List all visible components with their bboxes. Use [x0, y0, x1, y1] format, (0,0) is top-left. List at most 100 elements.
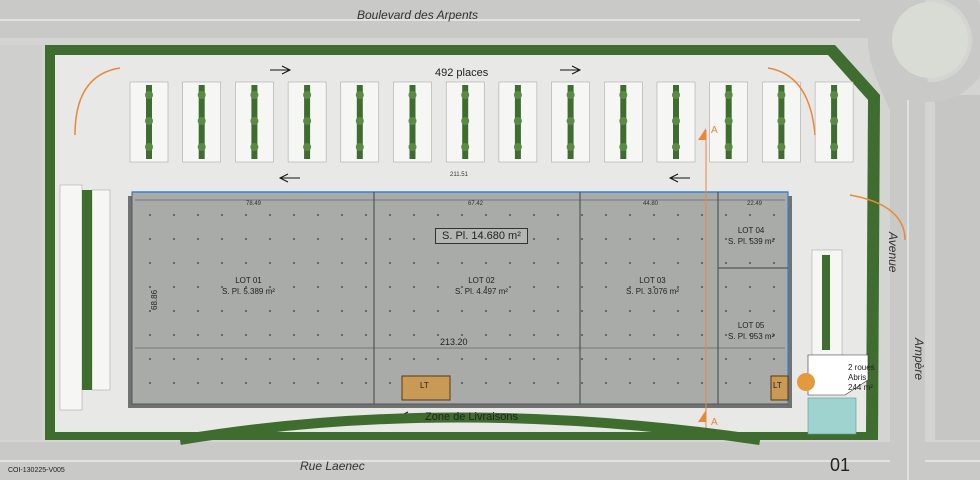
lot-04-name: LOT 04 [737, 226, 765, 235]
parking-island [656, 81, 696, 163]
structural-column [533, 310, 535, 312]
structural-column [485, 262, 487, 264]
structural-column [581, 262, 583, 264]
structural-column [221, 334, 223, 336]
structural-column [269, 262, 271, 264]
total-area-label: S. Pl. 14.680 m² [435, 228, 528, 244]
parking-island [709, 81, 748, 163]
structural-column [653, 310, 655, 312]
structural-column [773, 358, 775, 360]
lt-room-2-label: LT [773, 381, 782, 390]
structural-column [749, 310, 751, 312]
structural-column [245, 334, 247, 336]
structural-column [293, 286, 295, 288]
structural-column [221, 238, 223, 240]
structural-column [581, 310, 583, 312]
structural-column [293, 310, 295, 312]
structural-column [773, 214, 775, 216]
structural-column [605, 214, 607, 216]
lot-03: LOT 03 S. Pl. 3.076 m² [626, 275, 679, 297]
structural-column [317, 382, 319, 384]
structural-column [317, 238, 319, 240]
structural-column [725, 310, 727, 312]
structural-column [149, 334, 151, 336]
structural-column [269, 310, 271, 312]
section-label-top: A [711, 125, 718, 136]
structural-column [725, 286, 727, 288]
structural-column [677, 358, 679, 360]
structural-column [701, 382, 703, 384]
building-width-dimension: 213.20 [440, 337, 468, 347]
parking-places-label: 492 places [435, 67, 489, 79]
structural-column [173, 286, 175, 288]
structural-column [629, 310, 631, 312]
structural-column [677, 310, 679, 312]
structural-column [677, 382, 679, 384]
structural-column [173, 238, 175, 240]
parking-island [129, 81, 169, 163]
parking-dimension: 211.51 [450, 172, 468, 178]
segment-dim-4: 22.49 [747, 201, 763, 207]
segment-dim-3: 44.80 [643, 201, 659, 207]
bike-shelter-line-1: 2 roues [848, 363, 875, 372]
street-north-label: Boulevard des Arpents [357, 8, 478, 22]
structural-column [773, 286, 775, 288]
structural-column [269, 214, 271, 216]
structural-column [701, 214, 703, 216]
parking-island [551, 81, 590, 163]
structural-column [413, 310, 415, 312]
structural-column [605, 238, 607, 240]
structural-column [317, 310, 319, 312]
building-height-dimension: 68.86 [150, 289, 159, 310]
structural-column [293, 262, 295, 264]
structural-column [365, 334, 367, 336]
parking-island [498, 81, 538, 163]
structural-column [173, 382, 175, 384]
structural-column [221, 310, 223, 312]
bike-shelter-label: 2 roues Abris 244 m² [848, 363, 875, 393]
structural-column [437, 214, 439, 216]
lot-01-area: S. Pl. 5.389 m² [222, 287, 275, 296]
parking-island [762, 81, 801, 163]
structural-column [557, 286, 559, 288]
structural-column [413, 262, 415, 264]
lot-04-area: S. Pl. 539 m² [728, 237, 775, 246]
building [131, 191, 789, 405]
structural-column [533, 358, 535, 360]
lot-04: LOT 04 S. Pl. 539 m² [728, 225, 774, 247]
structural-column [317, 214, 319, 216]
structural-column [749, 358, 751, 360]
structural-column [197, 310, 199, 312]
structural-column [653, 238, 655, 240]
structural-column [605, 310, 607, 312]
structural-column [605, 358, 607, 360]
lt-room-1-label: LT [420, 381, 429, 390]
structural-column [269, 334, 271, 336]
structural-column [509, 310, 511, 312]
structural-column [773, 262, 775, 264]
structural-column [701, 238, 703, 240]
structural-column [605, 286, 607, 288]
parking-island [182, 81, 221, 163]
structural-column [557, 262, 559, 264]
structural-column [389, 286, 391, 288]
structural-column [557, 310, 559, 312]
structural-column [677, 262, 679, 264]
structural-column [653, 358, 655, 360]
structural-column [701, 358, 703, 360]
structural-column [557, 334, 559, 336]
structural-column [533, 382, 535, 384]
structural-column [485, 382, 487, 384]
structural-column [725, 262, 727, 264]
structural-column [605, 334, 607, 336]
street-east-label-upper: Avenue [886, 232, 900, 273]
structural-column [149, 286, 151, 288]
structural-column [725, 358, 727, 360]
west-neighbor-lot [0, 45, 42, 440]
structural-column [437, 286, 439, 288]
bike-shelter-line-2: Abris [848, 373, 867, 382]
structural-column [389, 238, 391, 240]
structural-column [701, 334, 703, 336]
structural-column [461, 358, 463, 360]
structural-column [269, 238, 271, 240]
